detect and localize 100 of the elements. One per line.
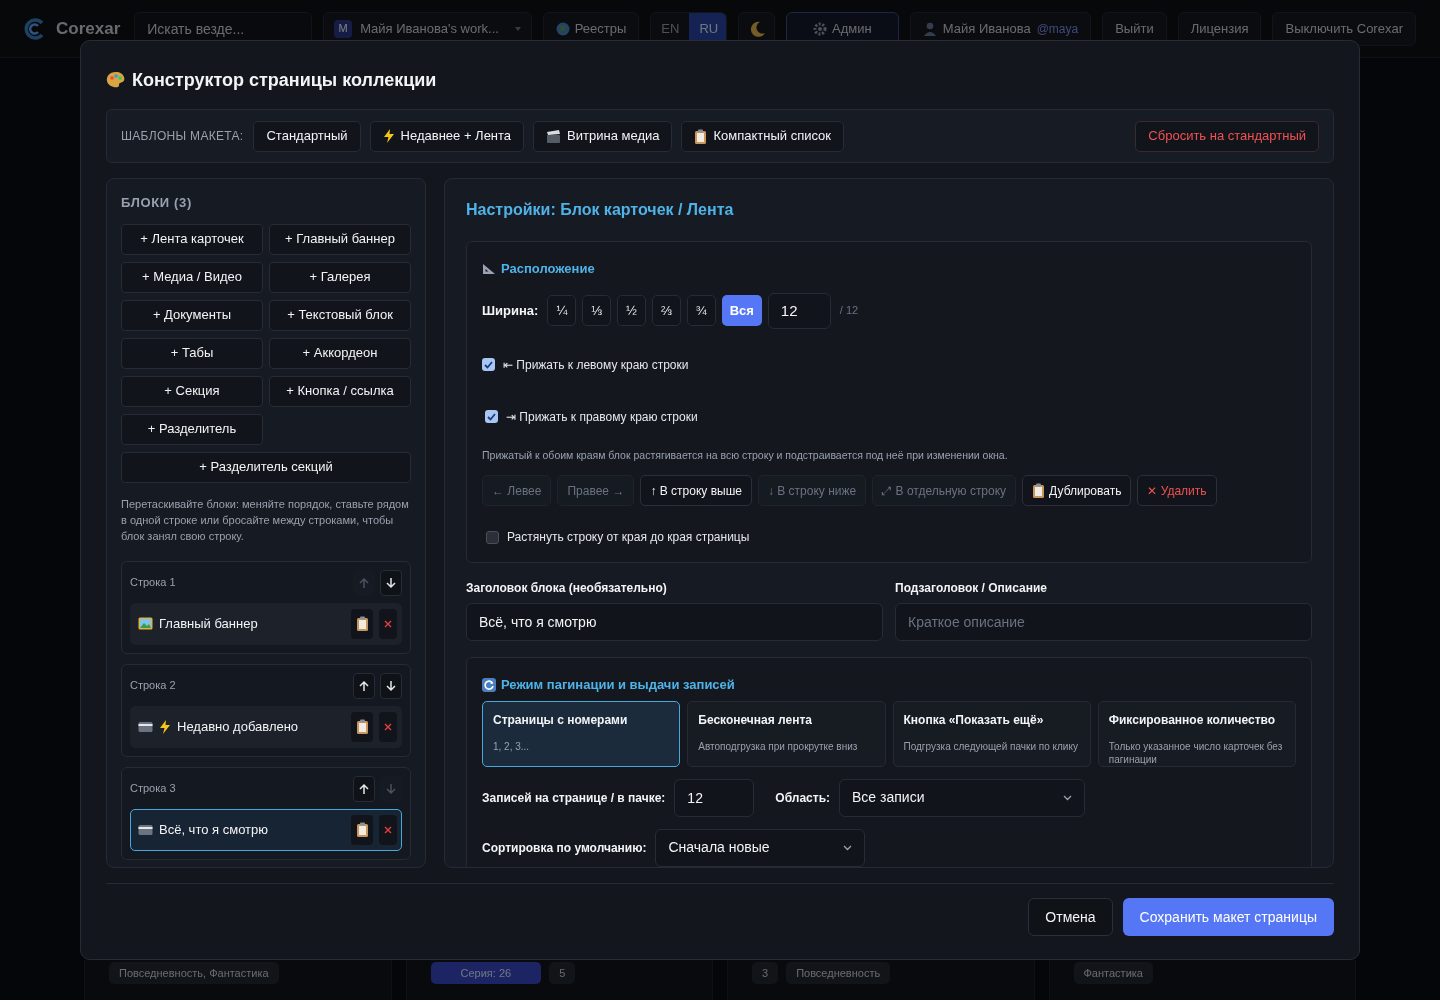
option-title: Бесконечная лента [698,711,813,729]
per-page-input[interactable]: 12 [674,778,755,817]
pagination-option[interactable]: Страницы с номерами 1, 2, 3... [482,700,681,767]
width-input[interactable]: 12 [767,292,831,329]
block-item[interactable]: Главный баннер [130,602,402,645]
close-icon [384,825,392,834]
action-button[interactable]: ✕ Удалить [1137,475,1217,507]
user-icon [922,21,937,36]
block-item[interactable]: Всё, что я смотрю [130,808,402,851]
reset-button[interactable]: Сбросить на стандартный [1135,120,1319,152]
template-button[interactable]: Стандартный [253,120,361,152]
move-down-button[interactable] [380,569,402,596]
move-up-button[interactable] [353,775,375,802]
subtitle-field[interactable]: Краткое описание [895,603,1312,642]
palette-icon [106,71,126,89]
collection-card[interactable]: 3 Повседневность [727,960,1035,1000]
refresh-icon [482,678,496,692]
pagination-option[interactable]: Бесконечная лента Автоподгрузка при прокрутке вниз [687,700,886,767]
add-block-button[interactable]: + Табы [121,337,263,369]
collection-card[interactable]: Повседневность, Фантастика [84,960,392,1000]
add-block-button[interactable]: + Разделитель [121,413,263,445]
pin-hint: Прижатый к обоим краям блок растягивается на всю строку и подстраивается под неё при изменении окна. [482,447,1009,463]
add-block-button[interactable]: + Галерея [269,261,411,293]
pagination-option[interactable]: Кнопка «Показать ещё» Подгрузка следующей пачки по клику [892,700,1091,767]
arrow-up-icon [358,782,370,795]
add-block-button[interactable]: + Документы [121,299,263,331]
title-field[interactable]: Всё, что я смотрю [466,603,883,642]
checkbox[interactable] [485,410,498,423]
template-button[interactable]: Витрина медиа [533,120,673,152]
row-label: Строка 2 [130,678,177,694]
width-option[interactable]: ½ [617,295,646,326]
tag: Фантастика [1073,962,1153,984]
card-icon [138,720,153,733]
arrow-up-icon [358,576,370,589]
bolt-icon [159,719,171,734]
section-heading: Расположение [501,260,595,278]
add-block-button[interactable]: + Лента карточек [121,223,263,255]
clipboard-icon [355,719,369,734]
check-icon [487,412,496,421]
width-option[interactable]: ¾ [686,295,716,326]
duplicate-button[interactable] [351,711,373,742]
duplicate-button[interactable] [351,608,373,639]
add-block-button[interactable]: + Аккордеон [269,337,411,369]
add-block-button[interactable]: + Главный баннер [269,223,411,255]
action-button[interactable]: Дублировать [1022,475,1132,507]
collection-card[interactable]: Серия: 26 5 [405,960,713,1000]
nav-button[interactable]: Выключить Corexar [1272,11,1416,46]
add-block-button[interactable]: + Медиа / Видео [121,261,263,293]
gear-icon [813,21,828,36]
close-icon [384,722,392,731]
remove-button[interactable] [379,608,397,639]
caret-icon [514,26,521,31]
add-block-button[interactable]: + Секция [121,375,263,407]
section-heading: Режим пагинации и выдачи записей [501,676,735,695]
width-label: Ширина: [482,301,539,320]
collection-card[interactable]: Фантастика [1048,960,1356,1000]
template-button[interactable]: Недавнее + Лента [369,120,525,152]
width-option[interactable]: ¼ [547,295,577,326]
option-title: Страницы с номерами [493,711,628,729]
globe-icon [555,21,570,36]
tag: Повседневность [786,962,891,984]
move-down-button[interactable] [380,672,402,699]
option-description: Автоподгрузка при прокрутке вниз [698,739,858,753]
select-value: Все записи [852,788,925,808]
sort-select[interactable]: Сначала новые [655,828,866,867]
pagination-option[interactable]: Фиксированное количество Только указанное число карточек без пагинации [1097,700,1296,767]
app-logo: Corexar [56,17,121,40]
remove-button[interactable] [379,814,397,845]
checkbox[interactable] [482,358,495,371]
user-handle: @maya [1036,20,1079,38]
template-button[interactable]: Компактный список [681,120,844,152]
field-label: Область: [775,789,830,807]
add-block-button[interactable]: + Кнопка / ссылка [269,375,411,407]
add-block-button[interactable]: + Текстовый блок [269,299,411,331]
width-suffix: / 12 [839,303,859,319]
select-value: Сначала новые [668,838,770,858]
checkbox[interactable] [486,530,499,544]
block-item[interactable]: Недавно добавлено [130,705,402,748]
bolt-icon [382,129,395,143]
width-option[interactable]: ⅓ [582,295,612,326]
option-description: Подгрузка следующей пачки по клику [903,739,1078,753]
scope-select[interactable]: Все записи [839,778,1085,817]
templates-label: ШАБЛОНЫ МАКЕТА: [121,128,244,145]
duplicate-button[interactable] [351,814,373,845]
image-icon [138,617,153,630]
width-option[interactable]: Вся [721,295,762,326]
clipboard-icon [355,822,369,837]
logo-icon [24,17,46,40]
width-option[interactable]: ⅔ [651,295,681,326]
add-block-button[interactable]: + Разделитель секций [121,451,411,483]
arrow-down-icon [385,782,397,795]
remove-button[interactable] [379,711,397,742]
field-label: Заголовок блока (необязательно) [466,580,668,598]
save-button[interactable]: Сохранить макет страницы [1122,898,1334,936]
cancel-button[interactable]: Отмена [1028,898,1113,936]
move-up-button[interactable] [353,672,375,699]
tag: Повседневность, Фантастика [109,962,279,984]
tag: 5 [549,962,576,984]
action-button[interactable]: ↑ В строку выше [640,475,752,507]
option-title: Кнопка «Показать ещё» [903,711,1044,729]
